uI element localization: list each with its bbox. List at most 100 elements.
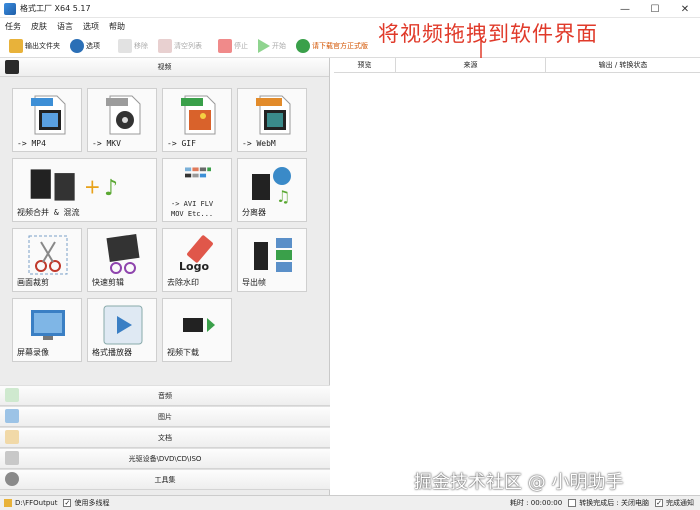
picture-icon (5, 409, 19, 423)
audio-category-label: 音频 (158, 391, 172, 400)
to-gif-label: -> GIF (167, 139, 196, 148)
clear-list-button[interactable]: 清空列表 (155, 36, 205, 56)
film-icon (5, 60, 19, 74)
export-frames-label: 导出帧 (242, 278, 266, 287)
column-output-status[interactable]: 输出 / 转换状态 (546, 58, 700, 72)
video-category-header[interactable]: 视频 (0, 58, 329, 77)
disc-icon (5, 451, 19, 465)
output-folder-label: 输出文件夹 (25, 41, 60, 50)
download-official-link[interactable]: 请下载官方正式版 (293, 36, 371, 56)
stop-icon (218, 38, 232, 53)
options-button[interactable]: 选项 (67, 36, 103, 56)
output-path-label: D:\FFOutput (15, 499, 58, 507)
svg-text:Logo: Logo (179, 260, 209, 273)
eraser-icon: Logo (179, 235, 213, 273)
community-watermark: 掘金技术社区 @ 小明助手 (414, 472, 624, 493)
splitter-icon: ♫ (252, 167, 291, 206)
maximize-button[interactable]: ☐ (640, 0, 670, 18)
notify-check-icon: ✓ (655, 498, 663, 507)
avi-flv-mov-tile[interactable]: -> AVI FLV MOV Etc... (162, 158, 232, 222)
remove-watermark-label: 去除水印 (167, 278, 199, 287)
audio-category-header[interactable]: 音频 (0, 385, 330, 406)
frames-icon (254, 238, 292, 272)
merge-mux-tile[interactable]: + ♪ 视频合并 & 混流 (12, 158, 157, 222)
remove-icon (118, 38, 132, 53)
video-download-label: 视频下载 (167, 348, 199, 357)
remove-watermark-tile[interactable]: Logo 去除水印 (162, 228, 232, 292)
multithread-checkbox[interactable]: ✓ 使用多线程 (63, 498, 109, 508)
music-note-icon (5, 388, 19, 402)
download-link-label: 请下载官方正式版 (312, 41, 368, 50)
drag-hint-annotation: 将视频拖拽到软件界面 (378, 22, 598, 46)
gif-file-icon (181, 95, 216, 135)
video-download-tile[interactable]: 视频下载 (162, 298, 232, 362)
scissors-icon (28, 235, 68, 275)
notify-label: 完成通知 (666, 499, 694, 507)
menu-options[interactable]: 选项 (78, 21, 104, 32)
disc-category-header[interactable]: 光驱设备\DVD\CD\ISO (0, 448, 330, 469)
after-done-label: 转换完成后 : 关闭电脑 (579, 499, 649, 507)
folder-small-icon (4, 499, 12, 507)
disc-category-label: 光驱设备\DVD\CD\ISO (128, 454, 202, 463)
remove-button[interactable]: 移除 (115, 36, 151, 56)
splitter-label: 分离器 (242, 208, 266, 217)
minimize-button[interactable]: — (610, 0, 640, 18)
after-done-check-icon (568, 499, 577, 507)
splitter-tile[interactable]: ♫ 分离器 (237, 158, 307, 222)
status-bar: D:\FFOutput ✓ 使用多线程 耗时 : 00:00:00 转换完成后 … (0, 495, 700, 510)
crop-tile[interactable]: 画面裁剪 (12, 228, 82, 292)
output-path[interactable]: D:\FFOutput (4, 499, 57, 507)
menu-language[interactable]: 语言 (52, 21, 78, 32)
to-gif-tile[interactable]: -> GIF (162, 88, 232, 152)
to-mkv-tile[interactable]: -> MKV (87, 88, 157, 152)
export-frames-tile[interactable]: 导出帧 (237, 228, 307, 292)
start-button[interactable]: 开始 (255, 36, 289, 56)
document-category-label: 文档 (158, 433, 172, 442)
start-icon (258, 38, 270, 53)
document-icon (5, 430, 19, 444)
menu-help[interactable]: 帮助 (104, 21, 130, 32)
options-label: 选项 (86, 41, 100, 50)
svg-text:+: + (84, 174, 101, 198)
screen-record-icon (31, 310, 65, 340)
mkv-file-icon (106, 95, 141, 135)
tools-category-header[interactable]: 工具集 (0, 469, 330, 490)
quick-cut-label: 快速剪辑 (92, 278, 124, 287)
column-preview[interactable]: 预览 (334, 58, 396, 72)
screen-record-label: 屏幕录像 (17, 348, 49, 357)
window-title: 格式工厂 X64 5.17 (20, 4, 91, 13)
stop-button[interactable]: 停止 (215, 36, 251, 56)
close-button[interactable]: ✕ (670, 0, 700, 18)
document-category-header[interactable]: 文档 (0, 427, 330, 448)
quick-cut-tile[interactable]: 快速剪辑 (87, 228, 157, 292)
menu-task[interactable]: 任务 (0, 21, 26, 32)
globe-icon (296, 38, 310, 53)
output-folder-button[interactable]: 输出文件夹 (6, 36, 63, 56)
merge-icon: + ♪ (30, 169, 118, 201)
crop-label: 画面裁剪 (17, 278, 49, 287)
folder-icon (9, 38, 23, 53)
video-download-icon (183, 318, 215, 332)
merge-mux-label: 视频合并 & 混流 (17, 208, 80, 217)
app-icon (4, 2, 16, 15)
to-mkv-label: -> MKV (92, 139, 121, 148)
tools-icon (5, 472, 19, 486)
screen-record-tile[interactable]: 屏幕录像 (12, 298, 82, 362)
multithread-label: 使用多线程 (74, 499, 110, 507)
after-done-checkbox[interactable]: 转换完成后 : 关闭电脑 (568, 498, 649, 508)
mp4-file-icon (31, 95, 66, 135)
image-category-label: 图片 (158, 412, 172, 421)
column-source[interactable]: 来源 (396, 58, 546, 72)
player-label: 格式播放器 (92, 348, 132, 357)
formats-icon (185, 167, 211, 178)
notify-checkbox[interactable]: ✓ 完成通知 (655, 498, 694, 508)
player-tile[interactable]: 格式播放器 (87, 298, 157, 362)
to-mp4-tile[interactable]: -> MP4 (12, 88, 82, 152)
to-webm-tile[interactable]: -> WebM (237, 88, 307, 152)
start-label: 开始 (272, 41, 286, 50)
image-category-header[interactable]: 图片 (0, 406, 330, 427)
task-list-panel[interactable]: 预览 来源 输出 / 转换状态 (334, 58, 700, 495)
options-icon (70, 38, 84, 53)
category-panel: 视频 -> MP4 -> MKV -> GIF -> WebM + ♪ 视频合并… (0, 58, 330, 495)
menu-skin[interactable]: 皮肤 (26, 21, 52, 32)
